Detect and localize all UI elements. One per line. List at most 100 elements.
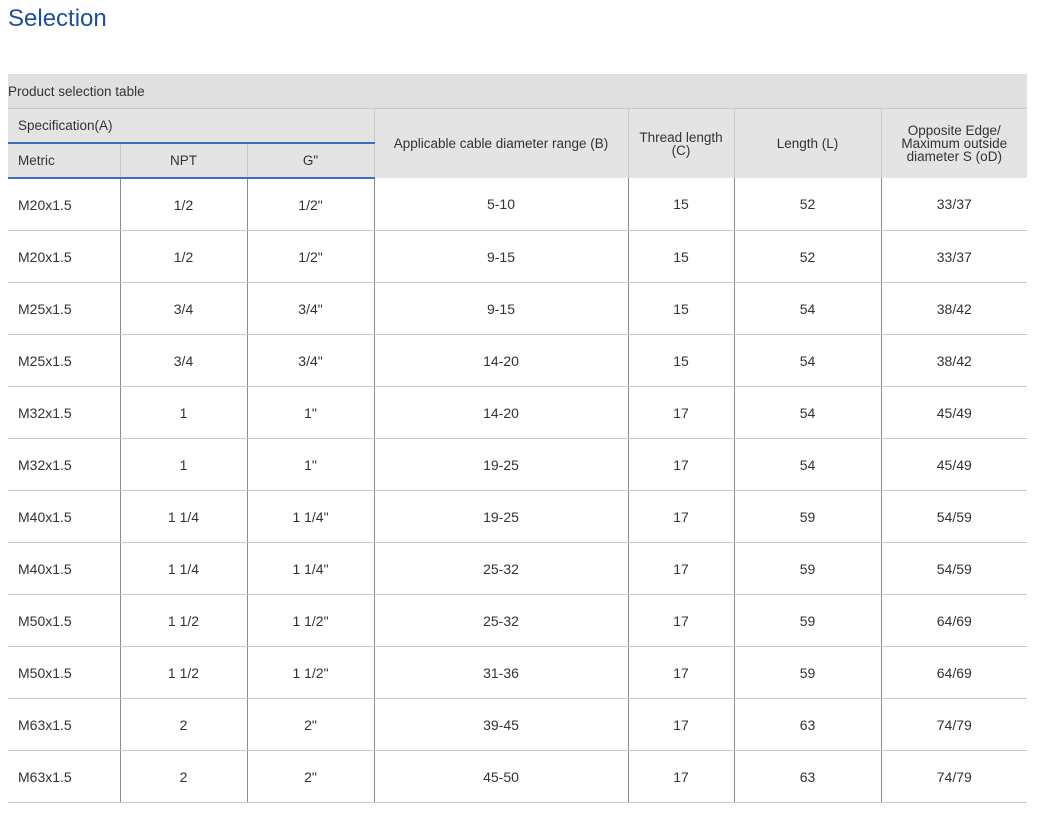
header-opposite-line-3: diameter S (oD) [906,149,1002,164]
metric-cell: M25x1.5 [8,334,120,387]
product-selection-table: Product selection table Specification(A)… [8,74,1028,803]
metric-cell: M20x1.5 [8,178,120,231]
opposite-edge-cell: 33/37 [880,230,1028,283]
length-cell: 54 [733,386,881,439]
g-cell: 1 1/4" [246,490,374,543]
table-row: M25x1.5 3/4 3/4" 9-15 15 54 38/42 [8,282,1028,335]
opposite-edge-cell: 45/49 [880,438,1028,491]
g-cell: 3/4" [246,334,374,387]
thread-length-cell: 17 [627,386,734,439]
length-cell: 52 [733,230,881,283]
opposite-edge-cell: 64/69 [880,646,1028,699]
length-cell: 63 [733,750,881,803]
metric-cell: M40x1.5 [8,542,120,595]
metric-cell: M32x1.5 [8,386,120,439]
opposite-edge-cell: 54/59 [880,490,1028,543]
thread-length-cell: 15 [627,230,734,283]
npt-cell: 1 1/4 [119,542,247,595]
header-length: Length (L) [733,108,881,178]
header-thread-length: Thread length (C) [627,108,734,178]
thread-length-cell: 17 [627,750,734,803]
table-caption: Product selection table [8,74,1028,109]
cable-range-cell: 9-15 [373,230,628,283]
length-cell: 63 [733,698,881,751]
cable-range-cell: 19-25 [373,438,628,491]
g-cell: 1 1/4" [246,542,374,595]
opposite-edge-cell: 38/42 [880,282,1028,335]
g-cell: 1/2" [246,178,374,231]
length-cell: 59 [733,490,881,543]
thread-length-cell: 15 [627,334,734,387]
cable-range-cell: 25-32 [373,594,628,647]
table-row: M40x1.5 1 1/4 1 1/4" 25-32 17 59 54/59 [8,542,1028,595]
selection-table: Product selection table Specification(A)… [8,74,1028,803]
metric-cell: M63x1.5 [8,698,120,751]
header-length-label: Length (L) [776,136,839,151]
header-cable-range: Applicable cable diameter range (B) [373,108,628,178]
cable-range-cell: 25-32 [373,542,628,595]
cable-range-cell: 45-50 [373,750,628,803]
thread-length-cell: 17 [627,594,734,647]
g-cell: 1/2" [246,230,374,283]
opposite-edge-cell: 74/79 [880,750,1028,803]
cable-range-cell: 19-25 [373,490,628,543]
cable-range-cell: 5-10 [373,178,628,231]
thread-length-cell: 17 [627,646,734,699]
metric-cell: M50x1.5 [8,594,120,647]
g-cell: 1" [246,386,374,439]
npt-cell: 1/2 [119,178,247,231]
length-cell: 54 [733,334,881,387]
npt-cell: 1 1/2 [119,594,247,647]
g-cell: 2" [246,750,374,803]
metric-cell: M63x1.5 [8,750,120,803]
cable-range-cell: 14-20 [373,386,628,439]
cable-range-cell: 31-36 [373,646,628,699]
thread-length-cell: 17 [627,542,734,595]
header-specification: Specification(A) [8,108,374,144]
g-cell: 1 1/2" [246,594,374,647]
header-opposite-edge: Opposite Edge/ Maximum outside diameter … [880,108,1028,178]
table-row: M25x1.5 3/4 3/4" 14-20 15 54 38/42 [8,334,1028,387]
cable-range-cell: 14-20 [373,334,628,387]
header-g: G" [246,142,374,179]
g-cell: 1 1/2" [246,646,374,699]
length-cell: 54 [733,282,881,335]
npt-cell: 3/4 [119,282,247,335]
opposite-edge-cell: 54/59 [880,542,1028,595]
header-thread-length-line-2: (C) [671,142,691,158]
table-row: M20x1.5 1/2 1/2" 9-15 15 52 33/37 [8,230,1028,283]
npt-cell: 3/4 [119,334,247,387]
npt-cell: 1 1/2 [119,646,247,699]
length-cell: 54 [733,438,881,491]
npt-cell: 1 [119,438,247,491]
table-row: M32x1.5 1 1" 19-25 17 54 45/49 [8,438,1028,491]
metric-cell: M50x1.5 [8,646,120,699]
length-cell: 52 [733,178,881,231]
cable-range-cell: 39-45 [373,698,628,751]
table-row: M50x1.5 1 1/2 1 1/2" 31-36 17 59 64/69 [8,646,1028,699]
thread-length-cell: 17 [627,438,734,491]
table-row: M50x1.5 1 1/2 1 1/2" 25-32 17 59 64/69 [8,594,1028,647]
table-row: M40x1.5 1 1/4 1 1/4" 19-25 17 59 54/59 [8,490,1028,543]
thread-length-cell: 15 [627,282,734,335]
g-cell: 3/4" [246,282,374,335]
length-cell: 59 [733,594,881,647]
g-cell: 1" [246,438,374,491]
opposite-edge-cell: 64/69 [880,594,1028,647]
page-title: Selection [8,5,107,32]
npt-cell: 1 [119,386,247,439]
thread-length-cell: 17 [627,698,734,751]
header-npt: NPT [119,142,247,179]
cable-range-cell: 9-15 [373,282,628,335]
opposite-edge-cell: 45/49 [880,386,1028,439]
npt-cell: 1 1/4 [119,490,247,543]
npt-cell: 1/2 [119,230,247,283]
header-metric: Metric [8,142,120,179]
opposite-edge-cell: 74/79 [880,698,1028,751]
g-cell: 2" [246,698,374,751]
table-body: M20x1.5 1/2 1/2" 5-10 15 52 33/37 M20x1.5 1/2 1/2… [8,178,1028,803]
table-row: M20x1.5 1/2 1/2" 5-10 15 52 33/37 [8,178,1028,231]
metric-cell: M20x1.5 [8,230,120,283]
npt-cell: 2 [119,750,247,803]
table-row: M63x1.5 2 2" 45-50 17 63 74/79 [8,750,1028,803]
